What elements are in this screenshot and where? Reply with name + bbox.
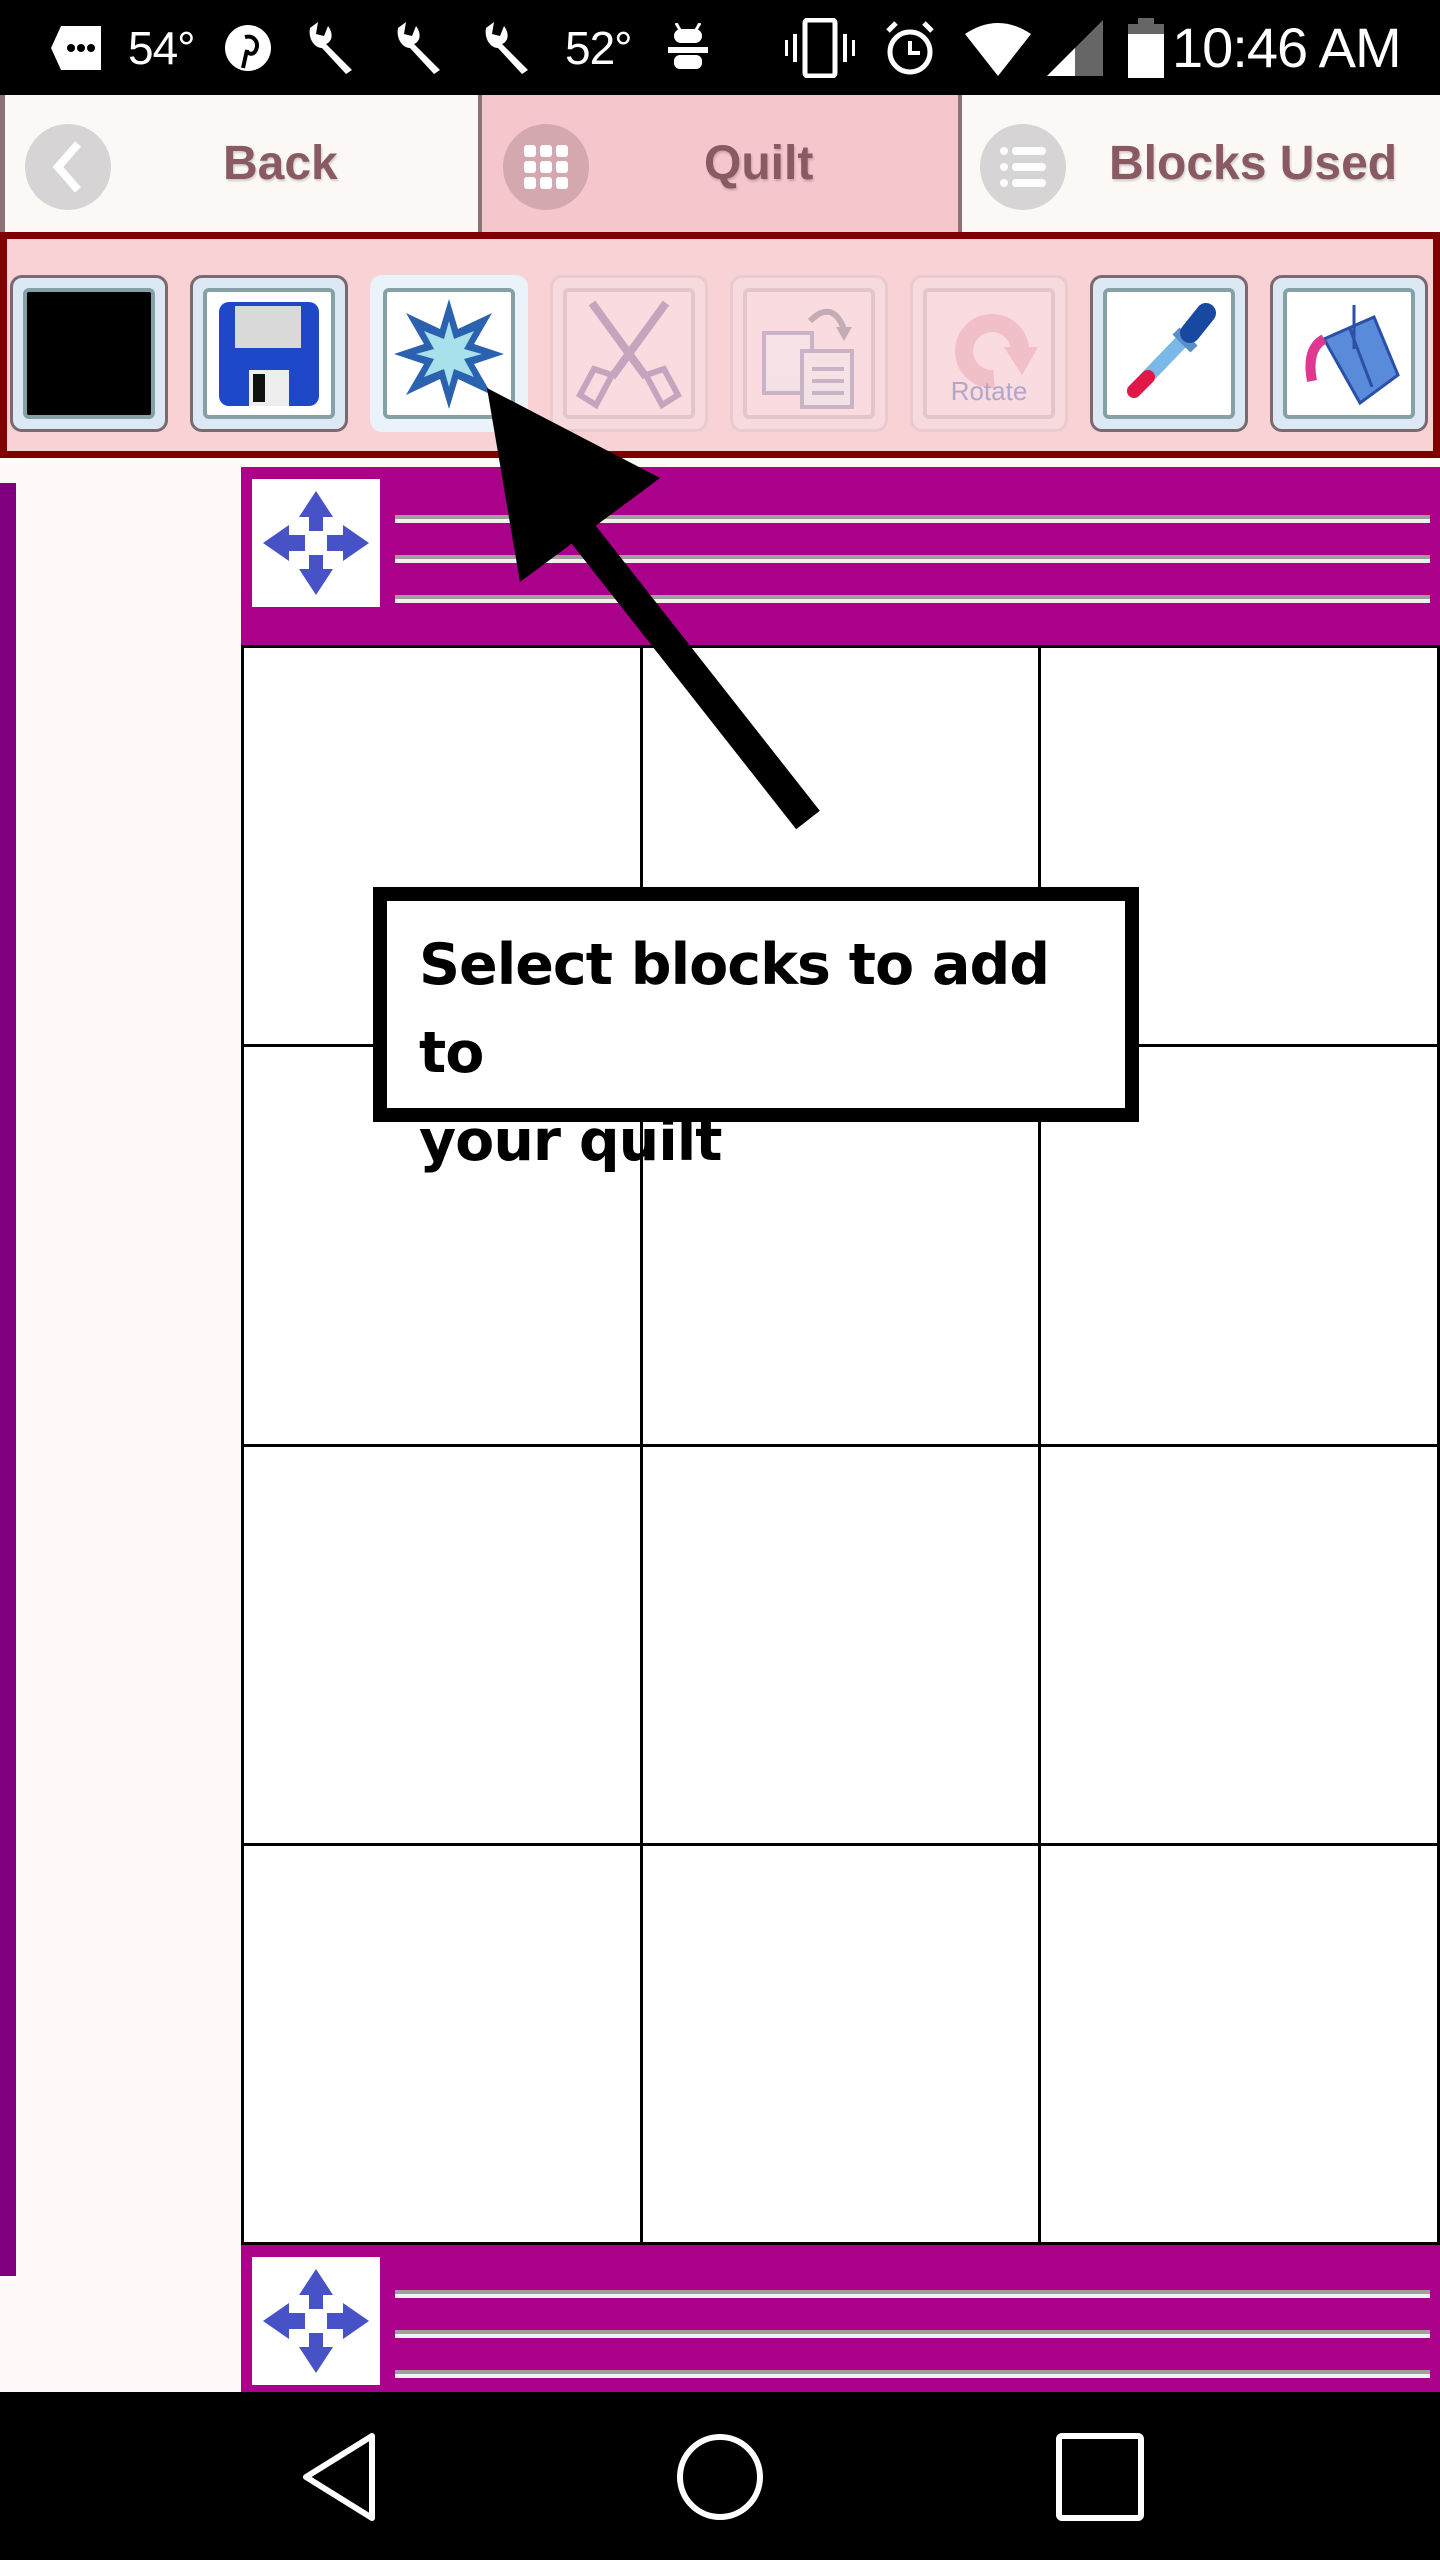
grip-line	[395, 595, 1430, 603]
nav-recents-button[interactable]	[1040, 2422, 1160, 2532]
weather-temp-1: 54°	[128, 21, 196, 74]
quilt-cell[interactable]	[642, 1845, 1042, 2245]
eyedropper-button[interactable]	[1090, 275, 1248, 432]
eyedropper-icon	[1103, 288, 1235, 419]
wifi-icon	[965, 0, 1031, 95]
quilt-top-border	[241, 467, 1440, 645]
system-nav-bar	[0, 2392, 1440, 2560]
toolbar: Rotate	[0, 232, 1440, 458]
tab-quilt[interactable]: Quilt	[482, 95, 962, 232]
paste-icon	[743, 288, 875, 419]
chevron-left-icon	[25, 124, 111, 210]
quilt-grid	[241, 645, 1440, 2245]
move-arrows-icon	[263, 2269, 369, 2373]
paint-bucket-icon	[1283, 288, 1415, 419]
weather-temp-2: 52°	[565, 21, 633, 74]
grip-line	[395, 2370, 1430, 2378]
clock-time: 10:46 AM	[1172, 16, 1402, 79]
callout-line-1: Select blocks to add to	[419, 932, 1050, 1086]
quilt-cell[interactable]	[642, 1446, 1042, 1846]
recents-square-icon	[1056, 2433, 1144, 2521]
rotate-icon: Rotate	[923, 288, 1055, 419]
paste-button[interactable]	[730, 275, 888, 432]
alarm-icon	[880, 0, 940, 95]
nav-back-button[interactable]	[282, 2422, 402, 2532]
wrench-icon	[390, 0, 450, 95]
starburst-icon	[383, 288, 515, 419]
save-button[interactable]	[190, 275, 348, 432]
vibrate-icon	[785, 0, 857, 95]
tutorial-callout: Select blocks to add to your quilt	[373, 887, 1139, 1174]
tab-quilt-label: Quilt	[704, 137, 814, 190]
pinterest-icon	[220, 0, 276, 95]
messages-icon	[44, 0, 108, 95]
move-handle-bottom[interactable]	[252, 2257, 380, 2385]
back-button[interactable]: Back	[0, 95, 482, 232]
move-arrows-icon	[263, 491, 369, 595]
grip-line	[395, 2330, 1430, 2338]
quilt-cell[interactable]	[244, 1845, 643, 2245]
battery-icon	[1128, 0, 1164, 95]
list-icon	[980, 124, 1066, 210]
grip-line	[395, 515, 1430, 523]
android-debug-icon	[660, 0, 716, 95]
nav-home-button[interactable]	[660, 2422, 780, 2532]
rotate-button[interactable]: Rotate	[910, 275, 1068, 432]
tab-bar: Back Quilt Blocks Used	[0, 95, 1440, 232]
quilt-bottom-border	[241, 2245, 1440, 2392]
status-bar: 54° 52° 10:46 AM	[0, 0, 1440, 95]
color-swatch-button[interactable]	[10, 275, 168, 432]
wrench-icon	[302, 0, 362, 95]
grip-line	[395, 555, 1430, 563]
move-handle-top[interactable]	[252, 479, 380, 607]
quilt-cell[interactable]	[1041, 1446, 1440, 1846]
grip-line	[395, 2290, 1430, 2298]
callout-line-2: your quilt	[419, 1108, 723, 1174]
floppy-disk-icon	[203, 288, 335, 419]
black-swatch-icon	[23, 288, 155, 419]
cut-button[interactable]	[550, 275, 708, 432]
scissors-icon	[563, 288, 695, 419]
rotate-caption: Rotate	[950, 376, 1028, 406]
back-triangle-icon	[303, 2433, 375, 2521]
quilt-cell[interactable]	[244, 1446, 643, 1846]
home-circle-icon	[677, 2434, 763, 2520]
back-label: Back	[223, 137, 338, 190]
tab-blocks-used-label: Blocks Used	[1109, 137, 1398, 190]
wrench-icon	[478, 0, 538, 95]
quilt-cell[interactable]	[1041, 1845, 1440, 2245]
paint-bucket-button[interactable]	[1270, 275, 1428, 432]
cell-signal-icon	[1045, 0, 1105, 95]
grid-icon	[503, 124, 589, 210]
left-scroll-bar[interactable]	[0, 483, 16, 2276]
select-blocks-button[interactable]	[370, 275, 528, 432]
tab-blocks-used[interactable]: Blocks Used	[962, 95, 1440, 232]
